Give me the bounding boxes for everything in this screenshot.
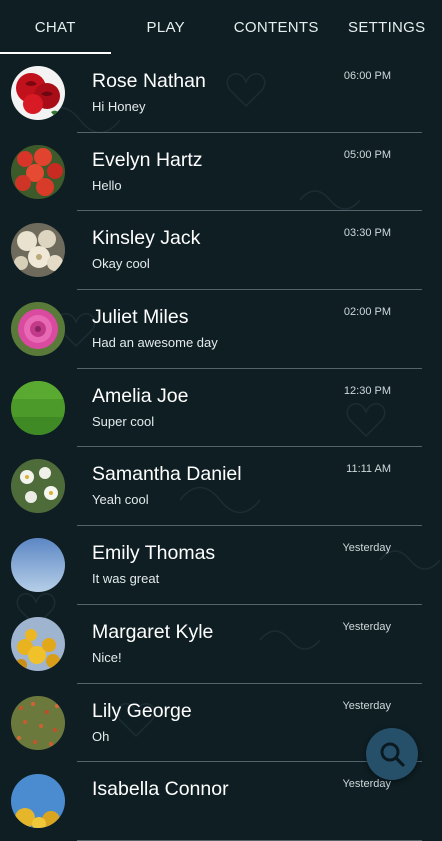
contact-name: Kinsley Jack	[92, 227, 200, 250]
tab-play[interactable]: PLAY	[111, 0, 222, 54]
message-time: 12:30 PM	[344, 385, 391, 397]
avatar-blue-sky	[11, 538, 65, 592]
tab-settings[interactable]: SETTINGS	[332, 0, 442, 54]
contact-name: Amelia Joe	[92, 385, 188, 408]
message-time: Yesterday	[342, 778, 391, 790]
avatar-dahlia	[11, 302, 65, 356]
last-message: Yeah cool	[92, 492, 149, 507]
message-time: 11:11 AM	[346, 463, 391, 475]
chat-row[interactable]: Kinsley Jack Okay cool 03:30 PM	[0, 211, 442, 290]
avatar-red-flowers	[11, 145, 65, 199]
contact-name: Rose Nathan	[92, 70, 206, 93]
chat-row[interactable]: Evelyn Hartz Hello 05:00 PM	[0, 133, 442, 212]
message-time: 05:00 PM	[344, 149, 391, 161]
contact-name: Isabella Connor	[92, 778, 229, 801]
tab-chat[interactable]: CHAT	[0, 0, 111, 54]
last-message: Super cool	[92, 414, 154, 429]
contact-name: Evelyn Hartz	[92, 149, 203, 172]
last-message: Nice!	[92, 650, 122, 665]
search-icon	[378, 740, 406, 768]
contact-name: Juliet Miles	[92, 306, 188, 329]
avatar-green-grass	[11, 381, 65, 435]
last-message: Okay cool	[92, 256, 150, 271]
message-time: 02:00 PM	[344, 306, 391, 318]
chat-row[interactable]: Juliet Miles Had an awesome day 02:00 PM	[0, 290, 442, 369]
chat-row[interactable]: Amelia Joe Super cool 12:30 PM	[0, 369, 442, 448]
last-message: Hello	[92, 178, 122, 193]
avatar-sky-flowers	[11, 774, 65, 828]
message-time: Yesterday	[342, 542, 391, 554]
last-message: Hi Honey	[92, 99, 145, 114]
message-time: Yesterday	[342, 621, 391, 633]
contact-name: Lily George	[92, 700, 192, 723]
avatar-red-roses	[11, 66, 65, 120]
chat-row[interactable]: Samantha Daniel Yeah cool 11:11 AM	[0, 447, 442, 526]
chat-row[interactable]: Rose Nathan Hi Honey 06:00 PM	[0, 54, 442, 133]
avatar-white-blossoms	[11, 459, 65, 513]
avatar-meadow	[11, 696, 65, 750]
last-message: Had an awesome day	[92, 335, 218, 350]
message-time: 03:30 PM	[344, 227, 391, 239]
chat-row[interactable]: Emily Thomas It was great Yesterday	[0, 526, 442, 605]
chat-row[interactable]: Margaret Kyle Nice! Yesterday	[0, 605, 442, 684]
contact-name: Samantha Daniel	[92, 463, 242, 486]
contact-name: Emily Thomas	[92, 542, 215, 565]
avatar-white-flowers	[11, 223, 65, 277]
tab-contents[interactable]: CONTENTS	[221, 0, 332, 54]
message-time: Yesterday	[342, 700, 391, 712]
contact-name: Margaret Kyle	[92, 621, 213, 644]
last-message: Oh	[92, 729, 109, 744]
chat-list: Rose Nathan Hi Honey 06:00 PM Evelyn Har…	[0, 54, 442, 841]
avatar-yellow-flowers	[11, 617, 65, 671]
search-button[interactable]	[366, 728, 418, 780]
last-message: It was great	[92, 571, 159, 586]
tab-bar: CHAT PLAY CONTENTS SETTINGS	[0, 0, 442, 54]
message-time: 06:00 PM	[344, 70, 391, 82]
